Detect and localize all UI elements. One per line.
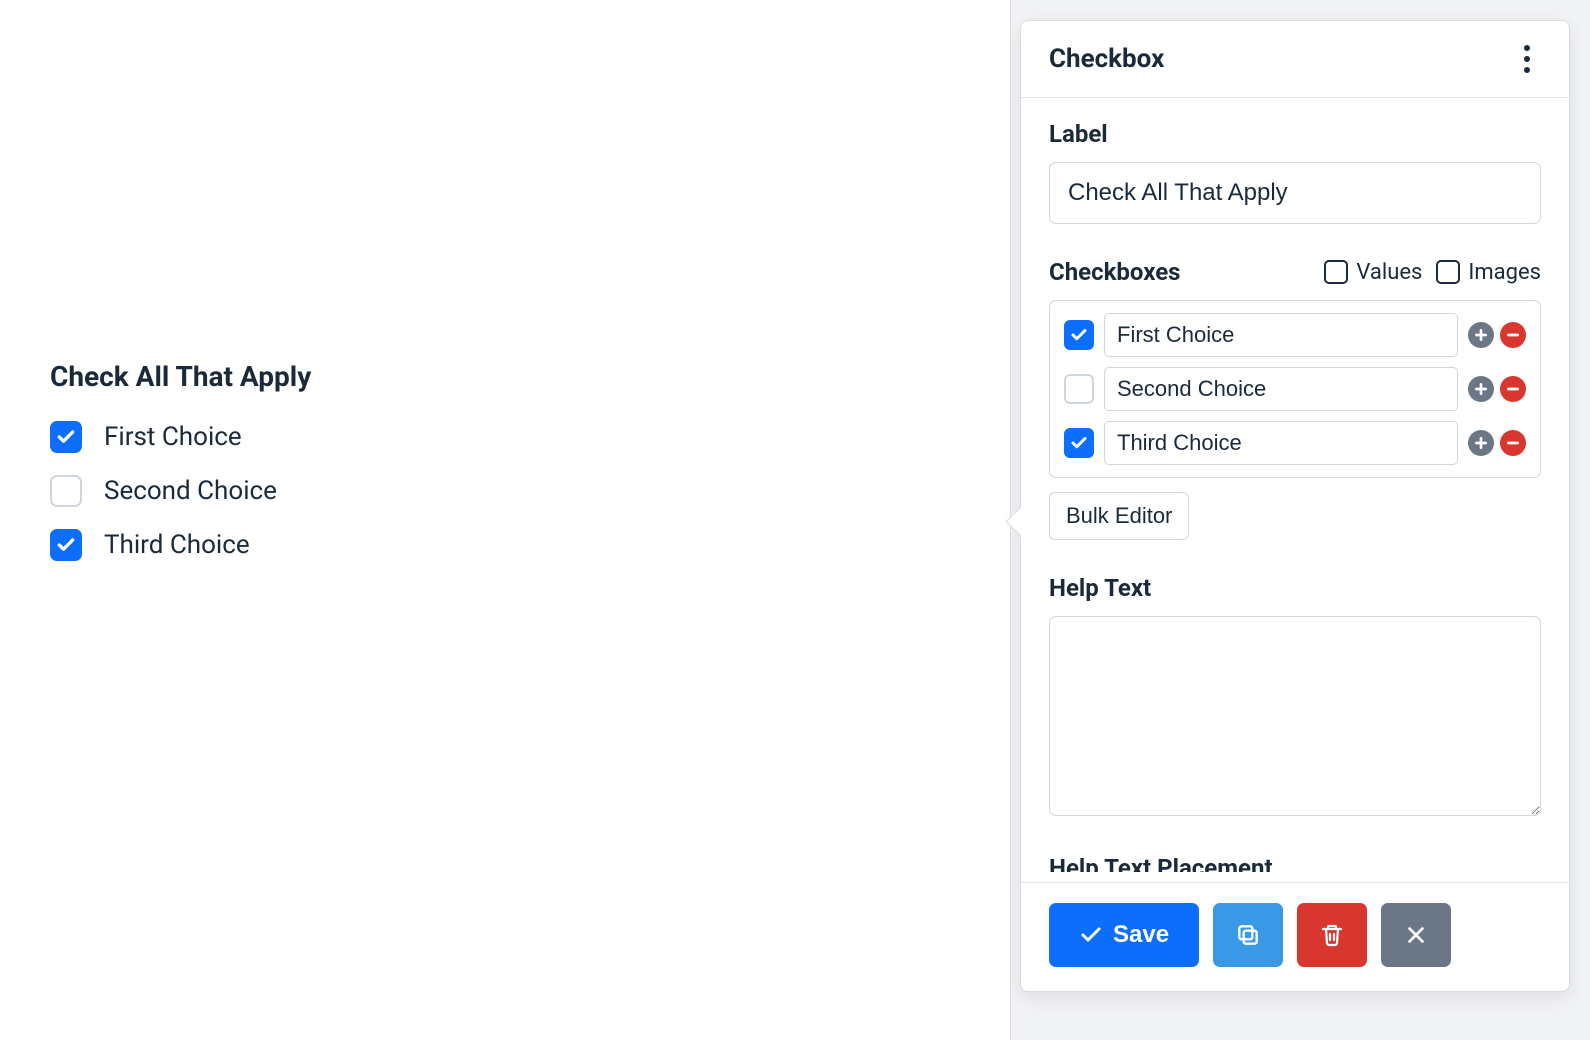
checkbox-toggles: Values Images bbox=[1324, 260, 1541, 285]
panel-header: Checkbox bbox=[1021, 21, 1569, 98]
more-options-icon[interactable] bbox=[1513, 43, 1541, 75]
choice-row bbox=[1064, 421, 1526, 465]
values-toggle-label: Values bbox=[1356, 260, 1422, 285]
minus-icon bbox=[1505, 381, 1521, 397]
preview-checkbox[interactable] bbox=[50, 421, 82, 453]
label-section-heading: Label bbox=[1049, 120, 1541, 148]
panel-footer: Save bbox=[1021, 882, 1569, 991]
close-icon bbox=[1405, 924, 1427, 946]
add-choice-button[interactable] bbox=[1468, 430, 1494, 456]
choice-label-input[interactable] bbox=[1104, 421, 1458, 465]
values-toggle[interactable]: Values bbox=[1324, 260, 1422, 285]
checkboxes-header-row: Checkboxes Values Images bbox=[1049, 258, 1541, 286]
help-text-section-heading: Help Text bbox=[1049, 574, 1541, 602]
remove-choice-button[interactable] bbox=[1500, 430, 1526, 456]
choice-default-checkbox[interactable] bbox=[1064, 374, 1094, 404]
remove-choice-button[interactable] bbox=[1500, 376, 1526, 402]
bulk-editor-button[interactable]: Bulk Editor bbox=[1049, 492, 1189, 540]
plus-icon bbox=[1473, 435, 1489, 451]
remove-choice-button[interactable] bbox=[1500, 322, 1526, 348]
check-icon bbox=[1070, 434, 1088, 452]
plus-icon bbox=[1473, 381, 1489, 397]
close-button[interactable] bbox=[1381, 903, 1451, 967]
save-button-label: Save bbox=[1113, 921, 1169, 949]
checkbox-icon bbox=[1436, 260, 1460, 284]
check-icon bbox=[1079, 923, 1103, 947]
choice-default-checkbox[interactable] bbox=[1064, 320, 1094, 350]
choice-label-input[interactable] bbox=[1104, 367, 1458, 411]
preview-option[interactable]: Second Choice bbox=[50, 475, 750, 507]
minus-icon bbox=[1505, 435, 1521, 451]
choice-row-actions bbox=[1468, 430, 1526, 456]
preview-option[interactable]: First Choice bbox=[50, 421, 750, 453]
copy-icon bbox=[1235, 922, 1261, 948]
help-text-placement-heading: Help Text Placement bbox=[1049, 854, 1541, 872]
delete-button[interactable] bbox=[1297, 903, 1367, 967]
help-text-input[interactable] bbox=[1049, 616, 1541, 816]
images-toggle[interactable]: Images bbox=[1436, 260, 1541, 285]
checkbox-icon bbox=[1324, 260, 1348, 284]
checkbox-preview: Check All That Apply First Choice Second… bbox=[50, 360, 750, 583]
add-choice-button[interactable] bbox=[1468, 376, 1494, 402]
trash-icon bbox=[1320, 923, 1344, 947]
choice-row bbox=[1064, 367, 1526, 411]
label-input[interactable] bbox=[1049, 162, 1541, 224]
minus-icon bbox=[1505, 327, 1521, 343]
choices-list bbox=[1049, 300, 1541, 478]
preview-option-label: Third Choice bbox=[104, 530, 250, 560]
check-icon bbox=[1070, 326, 1088, 344]
preview-title: Check All That Apply bbox=[50, 360, 750, 393]
duplicate-button[interactable] bbox=[1213, 903, 1283, 967]
plus-icon bbox=[1473, 327, 1489, 343]
choice-row bbox=[1064, 313, 1526, 357]
choice-row-actions bbox=[1468, 376, 1526, 402]
choice-row-actions bbox=[1468, 322, 1526, 348]
save-button[interactable]: Save bbox=[1049, 903, 1199, 967]
check-icon bbox=[56, 427, 76, 447]
preview-option[interactable]: Third Choice bbox=[50, 529, 750, 561]
checkboxes-section-heading: Checkboxes bbox=[1049, 258, 1181, 286]
check-icon bbox=[56, 535, 76, 555]
panel-title: Checkbox bbox=[1049, 44, 1164, 74]
preview-option-label: Second Choice bbox=[104, 476, 277, 506]
preview-checkbox[interactable] bbox=[50, 475, 82, 507]
choice-default-checkbox[interactable] bbox=[1064, 428, 1094, 458]
add-choice-button[interactable] bbox=[1468, 322, 1494, 348]
choice-label-input[interactable] bbox=[1104, 313, 1458, 357]
images-toggle-label: Images bbox=[1468, 260, 1541, 285]
preview-checkbox[interactable] bbox=[50, 529, 82, 561]
panel-body: Label Checkboxes Values Images bbox=[1021, 98, 1569, 882]
checkbox-settings-panel: Checkbox Label Checkboxes Values Images bbox=[1020, 20, 1570, 992]
preview-option-label: First Choice bbox=[104, 422, 242, 452]
